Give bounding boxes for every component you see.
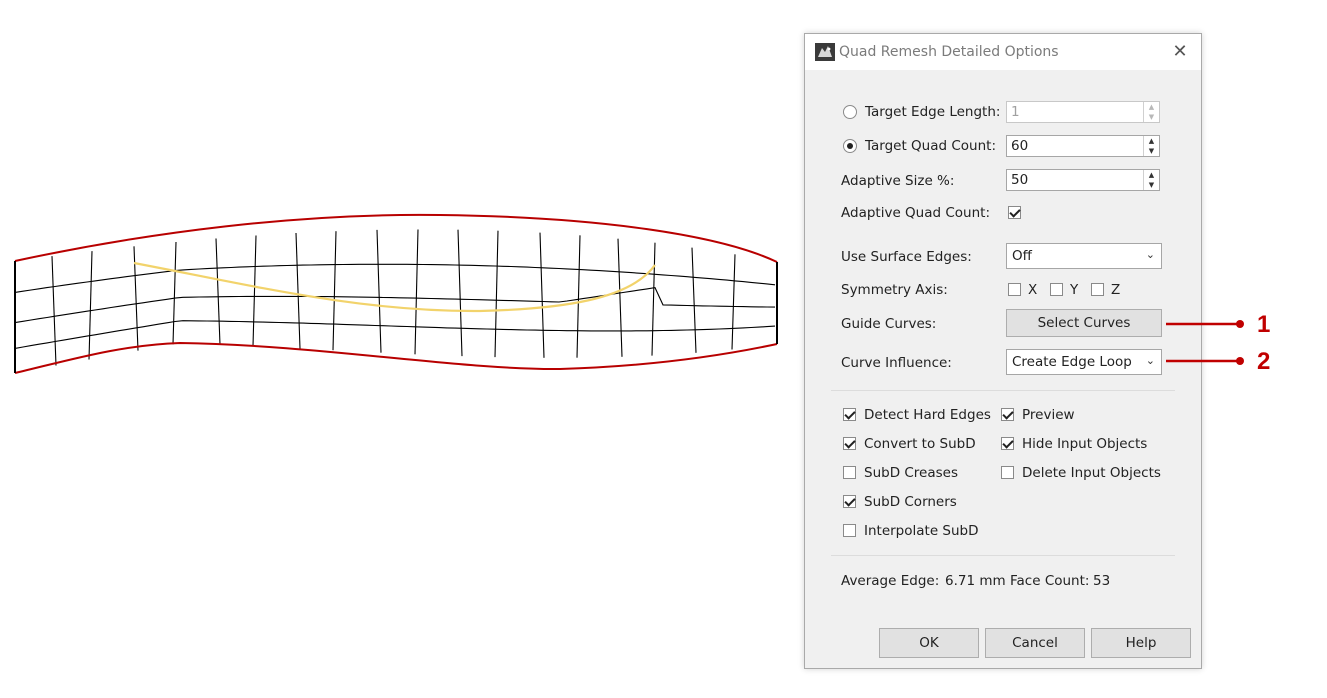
target-quad-count-input[interactable] (1007, 136, 1147, 156)
mesh-edge (172, 241, 177, 345)
hide-input-objects-checkbox[interactable] (1001, 437, 1014, 450)
symmetry-x-checkbox[interactable] (1008, 283, 1021, 296)
mesh-edge (332, 231, 337, 351)
guide-curves-label: Guide Curves: (841, 316, 937, 332)
use-surface-edges-value: Off (1012, 248, 1032, 264)
curve-influence-value: Create Edge Loop (1012, 354, 1132, 370)
symmetry-z-label: Z (1111, 282, 1121, 298)
cancel-button[interactable]: Cancel (985, 628, 1085, 658)
subd-creases-checkbox[interactable] (843, 466, 856, 479)
spin-up-icon[interactable]: ▲ (1144, 170, 1159, 180)
rhino-app-icon (815, 43, 835, 61)
subd-corners-checkbox[interactable] (843, 495, 856, 508)
spin-down-icon[interactable]: ▼ (1144, 180, 1159, 190)
interpolate-subd-checkbox[interactable] (843, 524, 856, 537)
mesh-edge-loop (14, 263, 776, 293)
callout-lines (1166, 320, 1244, 365)
spin-up-icon[interactable]: ▲ (1144, 102, 1159, 112)
chevron-down-icon: ⌄ (1145, 248, 1155, 261)
mesh-edge (295, 232, 301, 349)
symmetry-z-checkbox[interactable] (1091, 283, 1104, 296)
mesh-edge (691, 247, 697, 353)
spin-up-icon[interactable]: ▲ (1144, 136, 1159, 146)
mesh-edge-loop (14, 286, 776, 324)
guide-curve (133, 261, 656, 313)
adaptive-quad-count-checkbox[interactable] (1008, 206, 1021, 219)
adaptive-quad-count-label: Adaptive Quad Count: (841, 205, 990, 221)
symmetry-x-label: X (1028, 282, 1038, 298)
use-surface-edges-label: Use Surface Edges: (841, 249, 972, 265)
target-quad-count-label: Target Quad Count: (865, 138, 997, 154)
help-button[interactable]: Help (1091, 628, 1191, 658)
mesh-edge (539, 232, 545, 358)
adaptive-size-field[interactable]: ▲ ▼ (1006, 169, 1160, 191)
mesh-edge (376, 229, 382, 353)
close-icon[interactable]: ✕ (1169, 41, 1191, 63)
dialog-title: Quad Remesh Detailed Options (839, 44, 1059, 60)
symmetry-y-checkbox[interactable] (1050, 283, 1063, 296)
separator (831, 390, 1175, 391)
symmetry-axis-label: Symmetry Axis: (841, 282, 948, 298)
mesh-edge (457, 229, 463, 357)
delete-input-objects-label: Delete Input Objects (1022, 465, 1161, 481)
mesh-edge (88, 251, 93, 360)
viewport-mesh (14, 213, 778, 374)
curve-influence-label: Curve Influence: (841, 355, 952, 371)
spin-down-icon[interactable]: ▼ (1144, 112, 1159, 122)
target-edge-length-stepper[interactable]: ▲ ▼ (1143, 102, 1159, 122)
mesh-edge (252, 235, 257, 347)
surface-boundary (14, 213, 778, 374)
quad-remesh-dialog: Quad Remesh Detailed Options ✕ Target Ed… (804, 33, 1202, 669)
convert-to-subd-checkbox[interactable] (843, 437, 856, 450)
mesh-edge (576, 235, 581, 358)
average-edge-label: Average Edge: (841, 573, 940, 589)
subd-corners-label: SubD Corners (864, 494, 957, 510)
interpolate-subd-label: Interpolate SubD (864, 523, 979, 539)
mesh-edge (133, 246, 139, 351)
chevron-down-icon: ⌄ (1145, 354, 1155, 367)
adaptive-size-input[interactable] (1007, 170, 1147, 190)
mesh-edge (494, 230, 499, 358)
adaptive-size-label: Adaptive Size %: (841, 173, 955, 189)
callout-number-2: 2 (1257, 348, 1271, 375)
spin-down-icon[interactable]: ▼ (1144, 146, 1159, 156)
mesh-edge (651, 242, 656, 356)
face-count-value: 53 (1093, 573, 1111, 589)
curve-influence-select[interactable]: Create Edge Loop ⌄ (1006, 349, 1162, 375)
mesh-edge (215, 238, 221, 345)
select-curves-button[interactable]: Select Curves (1006, 309, 1162, 337)
target-quad-count-stepper[interactable]: ▲ ▼ (1143, 136, 1159, 156)
convert-to-subd-label: Convert to SubD (864, 436, 976, 452)
preview-checkbox[interactable] (1001, 408, 1014, 421)
ok-button[interactable]: OK (879, 628, 979, 658)
delete-input-objects-checkbox[interactable] (1001, 466, 1014, 479)
mesh-edge (617, 238, 623, 357)
mesh-edge (731, 254, 736, 350)
target-edge-length-input[interactable] (1007, 102, 1147, 122)
face-count-label: Face Count: (1010, 573, 1090, 589)
mesh-edge-loop (14, 320, 776, 349)
use-surface-edges-select[interactable]: Off ⌄ (1006, 243, 1162, 269)
title-bar: Quad Remesh Detailed Options ✕ (805, 34, 1201, 70)
symmetry-y-label: Y (1070, 282, 1079, 298)
target-quad-count-field[interactable]: ▲ ▼ (1006, 135, 1160, 157)
target-edge-length-field[interactable]: ▲ ▼ (1006, 101, 1160, 123)
target-quad-count-radio[interactable] (843, 139, 857, 153)
callout-number-1: 1 (1257, 311, 1271, 338)
detect-hard-edges-checkbox[interactable] (843, 408, 856, 421)
adaptive-size-stepper[interactable]: ▲ ▼ (1143, 170, 1159, 190)
mesh-edge (414, 229, 419, 355)
surface-side-edges (14, 261, 778, 373)
average-edge-value: 6.71 mm (945, 573, 1006, 589)
target-edge-length-label: Target Edge Length: (865, 104, 1001, 120)
mesh-edge (51, 256, 57, 366)
hide-input-objects-label: Hide Input Objects (1022, 436, 1148, 452)
detect-hard-edges-label: Detect Hard Edges (864, 407, 991, 423)
separator (831, 555, 1175, 556)
subd-creases-label: SubD Creases (864, 465, 959, 481)
quad-mesh-lines (14, 229, 776, 366)
preview-label: Preview (1022, 407, 1075, 423)
target-edge-length-radio[interactable] (843, 105, 857, 119)
